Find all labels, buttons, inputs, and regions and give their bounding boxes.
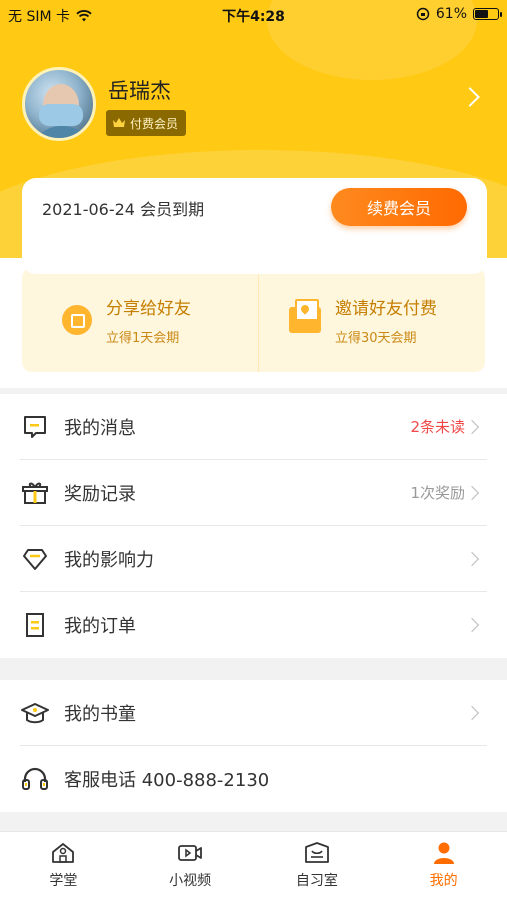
- crown-icon: [113, 118, 125, 127]
- profile-chevron-icon[interactable]: [460, 87, 480, 107]
- invite-title: 邀请好友付费: [335, 299, 437, 319]
- avatar[interactable]: [22, 67, 96, 141]
- menu-label: 奖励记录: [64, 483, 136, 505]
- chevron-right-icon: [464, 419, 480, 435]
- username: 岳瑞杰: [108, 79, 171, 103]
- menu-item-influence[interactable]: 我的影响力: [20, 526, 487, 592]
- tab-label: 小视频: [169, 873, 212, 889]
- share-to-friend-item[interactable]: 分享给好友 立得1天会期: [22, 268, 258, 372]
- study-room-icon: [304, 842, 329, 863]
- membership-expire: 2021-06-24 会员到期: [42, 200, 205, 219]
- menu-group-2: 我的书童 客服电话 400-888-2130: [0, 680, 507, 812]
- invite-subtitle: 立得30天会期: [335, 331, 417, 346]
- school-icon: [52, 843, 75, 863]
- chevron-right-icon: [464, 485, 480, 501]
- menu-label: 我的书童: [64, 703, 136, 725]
- tab-label: 自习室: [295, 873, 338, 889]
- share-section: 分享给好友 立得1天会期 邀请好友付费 立得30天会期: [0, 258, 507, 388]
- video-icon: [178, 845, 203, 861]
- menu-label: 客服电话 400-888-2130: [64, 770, 270, 791]
- reward-count: 1次奖励: [410, 484, 465, 502]
- menu-item-customer-service[interactable]: 客服电话 400-888-2130: [20, 746, 487, 812]
- vip-badge-label: 付费会员: [130, 116, 179, 131]
- rotation-lock-icon: [416, 7, 430, 21]
- menu-item-orders[interactable]: 我的订单: [20, 592, 487, 658]
- menu-label: 我的消息: [64, 417, 136, 439]
- menu-label: 我的影响力: [64, 549, 154, 571]
- diamond-icon: [20, 544, 50, 574]
- message-icon: [20, 412, 50, 442]
- tab-label: 我的: [429, 873, 458, 889]
- gift-icon: [20, 478, 50, 508]
- menu-label: 我的订单: [64, 616, 136, 637]
- tab-bar: 学堂 小视频 自习室 我的: [0, 831, 507, 900]
- vip-badge: 付费会员: [106, 110, 187, 136]
- menu-item-rewards[interactable]: 奖励记录 1次奖励: [20, 460, 487, 526]
- user-icon: [433, 842, 454, 864]
- graduation-cap-icon: [20, 698, 50, 728]
- envelope-heart-icon: [289, 299, 321, 333]
- battery-percent: 61%: [435, 6, 467, 22]
- order-icon: [20, 610, 50, 640]
- tab-study-room[interactable]: 自习室: [254, 832, 381, 900]
- headset-icon: [20, 764, 50, 794]
- invite-friend-item[interactable]: 邀请好友付费 立得30天会期: [258, 268, 485, 372]
- status-bar: 无 SIM 卡 下午4:28 61%: [0, 0, 507, 30]
- share-subtitle: 立得1天会期: [106, 331, 180, 346]
- tab-short-video[interactable]: 小视频: [127, 832, 254, 900]
- tab-school[interactable]: 学堂: [0, 832, 127, 900]
- menu-item-book-assistant[interactable]: 我的书童: [20, 680, 487, 746]
- membership-card: 2021-06-24 会员到期 续费会员: [22, 178, 487, 274]
- tab-label: 学堂: [49, 873, 78, 889]
- tab-mine[interactable]: 我的: [380, 832, 507, 900]
- share-title: 分享给好友: [106, 299, 191, 319]
- menu-group-1: 我的消息 2条未读 奖励记录 1次奖励 我的影响力 我的订单: [0, 394, 507, 658]
- share-panel: 分享给好友 立得1天会期 邀请好友付费 立得30天会期: [22, 268, 485, 372]
- unread-count: 2条未读: [410, 418, 465, 436]
- menu-item-messages[interactable]: 我的消息 2条未读: [20, 394, 487, 460]
- renew-button[interactable]: 续费会员: [331, 188, 467, 226]
- battery-icon: [473, 8, 502, 20]
- share-icon: [62, 305, 92, 335]
